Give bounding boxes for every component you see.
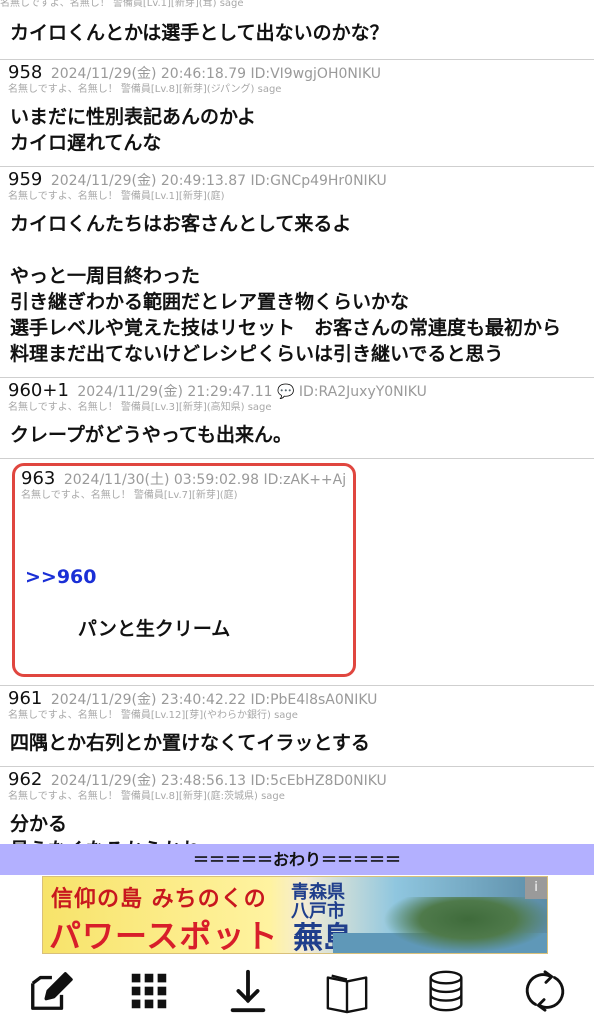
ad-island-image — [383, 897, 547, 953]
post-header: 960+1 2024/11/29(金) 21:29:47.11 💬 ID:RA2… — [8, 382, 586, 401]
post-meta: 名無しですよ、名無し！ 警備員[Lv.1][新芽](茸) sage — [0, 0, 244, 9]
scroll-bottom-button[interactable] — [220, 963, 276, 1019]
post-number[interactable]: 963 — [21, 470, 55, 489]
post-header: 963 2024/11/30(土) 03:59:02.98 ID:zAK++Aj… — [21, 470, 347, 489]
post-963-reply-popup: 963 2024/11/30(土) 03:59:02.98 ID:zAK++Aj… — [0, 459, 594, 686]
ad-title: パワースポット — [49, 917, 279, 954]
post-date-id: 2024/11/30(土) 03:59:02.98 ID:zAK++AjO0 — [63, 472, 347, 488]
grid-menu-icon — [131, 973, 166, 1009]
post-date-id: 2024/11/29(金) 23:40:42.22 ID:PbE4l8sA0NI… — [50, 692, 378, 708]
post-961: 961 2024/11/29(金) 23:40:42.22 ID:PbE4l8s… — [0, 686, 594, 767]
database-icon — [428, 970, 463, 1012]
post-body-text: パンと生クリーム — [77, 618, 231, 640]
menu-grid-button[interactable] — [121, 963, 177, 1019]
book-icon — [326, 974, 367, 1014]
post-959: 959 2024/11/29(金) 20:49:13.87 ID:GNCp49H… — [0, 167, 594, 378]
post-960: 960+1 2024/11/29(金) 21:29:47.11 💬 ID:RA2… — [0, 378, 594, 459]
post-meta: 名無しですよ、名無し！ 警備員[Lv.7][新芽](庭) — [21, 490, 238, 501]
advertisement-banner[interactable]: 信仰の島 みちのくの パワースポット 青森県 八戸市 蕪島 i — [42, 876, 548, 954]
post-number[interactable]: 960+1 — [8, 382, 69, 401]
post-body: 分かる 見えなくなるからかね — [10, 813, 200, 844]
post-number[interactable]: 959 — [8, 171, 42, 190]
reply-highlight-box[interactable]: 963 2024/11/30(土) 03:59:02.98 ID:zAK++Aj… — [12, 463, 356, 677]
post-date-id: 2024/11/29(金) 23:48:56.13 ID:5cEbHZ8D0NI… — [50, 773, 387, 789]
post-body: 四隅とか右列とか置けなくてイラッとする — [10, 732, 370, 754]
post-meta: 名無しですよ、名無し！ 警備員[Lv.8][新芽](ジパング) sage — [8, 84, 282, 95]
download-icon — [230, 969, 265, 1013]
data-button[interactable] — [418, 963, 474, 1019]
ad-info-icon[interactable]: i — [525, 877, 547, 899]
reply-anchor-link[interactable]: >>960 — [25, 564, 343, 590]
thread-view: 名無しですよ、名無し！ 警備員[Lv.1][新芽](茸) sage カイロくんと… — [0, 0, 594, 844]
thread-end-bar: ＝＝＝＝＝おわり＝＝＝＝＝ — [0, 844, 594, 875]
post-body: いまだに性別表記あんのかよ カイロ遅れてんな — [10, 106, 257, 154]
post-number[interactable]: 961 — [8, 690, 42, 709]
post-header: 962 2024/11/29(金) 23:48:56.13 ID:5cEbHZ8… — [8, 771, 586, 790]
post-meta: 名無しですよ、名無し！ 警備員[Lv.1][新芽](庭) — [8, 191, 225, 202]
post-header: 958 2024/11/29(金) 20:46:18.79 ID:VI9wgjO… — [8, 64, 586, 83]
post-meta: 名無しですよ、名無し！ 警備員[Lv.3][新芽](高知県) sage — [8, 402, 272, 413]
compose-button[interactable] — [22, 963, 78, 1019]
post-body: クレープがどうやっても出来ん。 — [10, 424, 292, 446]
post-date-id: 2024/11/29(金) 20:46:18.79 ID:VI9wgjOH0NI… — [50, 66, 382, 82]
post-date-id: 2024/11/29(金) 20:49:13.87 ID:GNCp49Hr0NI… — [50, 173, 387, 189]
refresh-icon — [525, 970, 564, 1012]
bookmark-button[interactable] — [319, 963, 375, 1019]
compose-icon — [30, 972, 73, 1010]
post-body: >>960 パンと生クリーム — [21, 502, 347, 668]
bottom-toolbar — [0, 958, 594, 1024]
post-962: 962 2024/11/29(金) 23:48:56.13 ID:5cEbHZ8… — [0, 767, 594, 844]
post-header: 959 2024/11/29(金) 20:49:13.87 ID:GNCp49H… — [8, 171, 586, 190]
post-958: 958 2024/11/29(金) 20:46:18.79 ID:VI9wgjO… — [0, 60, 594, 167]
post-meta: 名無しですよ、名無し！ 警備員[Lv.8][新芽](庭:茨城県) sage — [8, 791, 285, 802]
post-header: 961 2024/11/29(金) 23:40:42.22 ID:PbE4l8s… — [8, 690, 586, 709]
refresh-button[interactable] — [517, 963, 573, 1019]
post-date-id: 2024/11/29(金) 21:29:47.11 💬 ID:RA2JuxyY0… — [77, 384, 427, 400]
post-previous: 名無しですよ、名無し！ 警備員[Lv.1][新芽](茸) sage カイロくんと… — [0, 0, 594, 60]
post-number[interactable]: 958 — [8, 64, 42, 83]
ad-headline: 信仰の島 みちのくの — [51, 886, 267, 912]
post-number[interactable]: 962 — [8, 771, 42, 790]
post-body: カイロくんたちはお客さんとして来るよ やっと一周目終わった 引き継ぎわかる範囲だ… — [10, 213, 562, 365]
post-meta: 名無しですよ、名無し！ 警備員[Lv.12][芽](やわらか銀行) sage — [8, 710, 298, 721]
